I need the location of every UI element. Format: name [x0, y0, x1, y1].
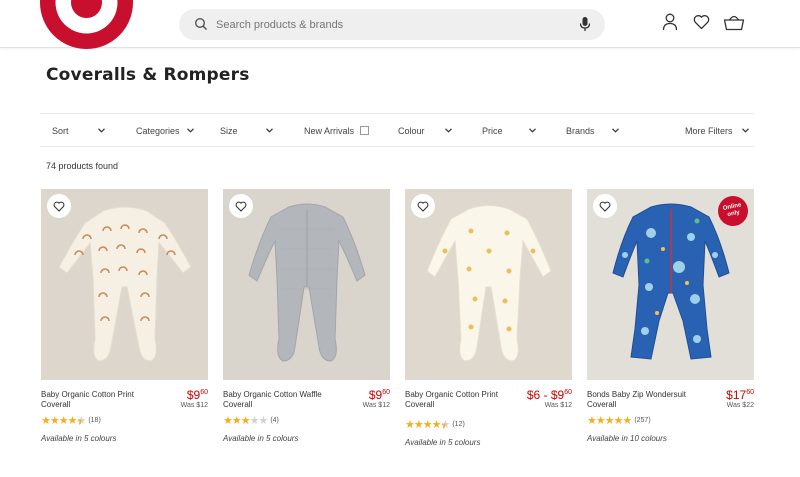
product-name[interactable]: Baby Organic Cotton Print Coverall: [41, 390, 161, 410]
colour-availability: Available in 5 colours: [223, 434, 299, 443]
product-image[interactable]: Online only: [587, 189, 754, 380]
product-card[interactable]: Baby Organic Cotton Waffle Coverall $960…: [223, 189, 390, 451]
heart-icon: [235, 201, 247, 212]
price-current: $9: [186, 388, 201, 402]
filter-categories[interactable]: Categories: [136, 114, 194, 147]
star-rating: ★★★★★: [587, 415, 632, 427]
review-count: (12): [452, 421, 465, 428]
product-name[interactable]: Bonds Baby Zip Wondersuit Coverall: [587, 390, 707, 410]
filter-sort[interactable]: Sort: [52, 114, 105, 147]
filter-price[interactable]: Price: [482, 114, 536, 147]
filter-more[interactable]: More Filters: [685, 114, 749, 147]
product-image[interactable]: [41, 189, 208, 380]
star-rating: ★★★★★: [223, 415, 268, 427]
filter-bar: Sort Categories Size New Arrivals Colour…: [40, 113, 754, 147]
price-was: Was $12: [544, 402, 572, 409]
search-icon[interactable]: [194, 17, 208, 31]
filter-colour[interactable]: Colour: [398, 114, 452, 147]
product-price: $6 - $960 Was $12: [527, 388, 572, 409]
filter-label: Brands: [566, 125, 595, 136]
filter-label: More Filters: [685, 125, 733, 136]
colour-availability: Available in 10 colours: [587, 434, 667, 443]
new-arrivals-checkbox[interactable]: [360, 126, 370, 135]
filter-label: Categories: [136, 125, 180, 136]
chevron-down-icon: [186, 128, 194, 133]
product-count: 74 products found: [46, 161, 119, 171]
filter-label: Colour: [398, 125, 425, 136]
chevron-down-icon: [97, 128, 105, 133]
site-header: [0, 0, 800, 49]
price-was: Was $12: [362, 402, 390, 409]
price-cents: 60: [382, 389, 390, 396]
product-price: $1760 Was $22: [726, 388, 754, 409]
colour-availability: Available in 5 colours: [41, 434, 117, 443]
price-was: Was $12: [180, 402, 208, 409]
filter-label: Price: [482, 125, 503, 136]
target-logo[interactable]: [40, 0, 133, 49]
price-current: $9: [368, 388, 383, 402]
chevron-down-icon: [611, 128, 619, 133]
product-card[interactable]: Baby Organic Cotton Print Coverall $6 - …: [405, 189, 572, 451]
product-image[interactable]: [223, 189, 390, 380]
product-rating: ★★★★★★ (12): [405, 418, 465, 432]
product-price: $960 Was $12: [363, 388, 390, 409]
chevron-down-icon: [528, 128, 536, 133]
filter-label: New Arrivals: [304, 125, 355, 136]
price-current: $6 - $9: [526, 388, 565, 402]
chevron-down-icon: [741, 128, 749, 133]
add-to-wishlist-button[interactable]: [229, 194, 253, 218]
product-price: $960 Was $12: [181, 388, 208, 409]
heart-icon: [53, 201, 65, 212]
price-cents: 60: [746, 389, 754, 396]
search-bar[interactable]: [179, 9, 605, 40]
review-count: (18): [88, 417, 101, 424]
review-count: (4): [270, 417, 279, 424]
filter-label: Sort: [52, 125, 69, 136]
product-image[interactable]: [405, 189, 572, 380]
star-rating: ★★★★★★: [405, 419, 450, 432]
coverall-illustration: [248, 203, 366, 362]
product-name[interactable]: Baby Organic Cotton Print Coverall: [405, 390, 505, 410]
filter-label: Size: [220, 125, 238, 136]
add-to-wishlist-button[interactable]: [593, 194, 617, 218]
cart-basket-icon[interactable]: [723, 14, 745, 31]
account-icon[interactable]: [662, 13, 678, 31]
filter-brands[interactable]: Brands: [566, 114, 619, 147]
add-to-wishlist-button[interactable]: [411, 194, 435, 218]
add-to-wishlist-button[interactable]: [47, 194, 71, 218]
coverall-illustration: [426, 205, 552, 362]
star-rating: ★★★★★★: [41, 415, 86, 428]
product-card[interactable]: Online only Bonds Baby Zip Wondersuit Co…: [587, 189, 754, 451]
review-count: (257): [634, 417, 651, 424]
price-was: Was $22: [726, 402, 754, 409]
filter-new-arrivals[interactable]: New Arrivals: [304, 114, 370, 147]
coverall-illustration: [58, 206, 192, 362]
chevron-down-icon: [444, 128, 452, 133]
chevron-down-icon: [265, 128, 273, 133]
product-rating: ★★★★★★ (18): [41, 414, 101, 428]
product-name[interactable]: Baby Organic Cotton Waffle Coverall: [223, 390, 343, 410]
search-input[interactable]: [216, 9, 556, 40]
product-rating: ★★★★★ (257): [587, 414, 651, 427]
heart-icon: [417, 201, 429, 212]
colour-availability: Available in 5 colours: [405, 438, 481, 447]
price-cents: 60: [564, 389, 572, 396]
filter-size[interactable]: Size: [220, 114, 273, 147]
microphone-icon[interactable]: [579, 16, 591, 32]
product-rating: ★★★★★ (4): [223, 414, 279, 427]
page-title: Coveralls & Rompers: [46, 65, 250, 85]
product-card[interactable]: Baby Organic Cotton Print Coverall $960 …: [41, 189, 208, 451]
price-current: $17: [726, 388, 747, 402]
heart-icon: [599, 201, 611, 212]
price-cents: 60: [200, 389, 208, 396]
wishlist-heart-icon[interactable]: [693, 14, 710, 30]
